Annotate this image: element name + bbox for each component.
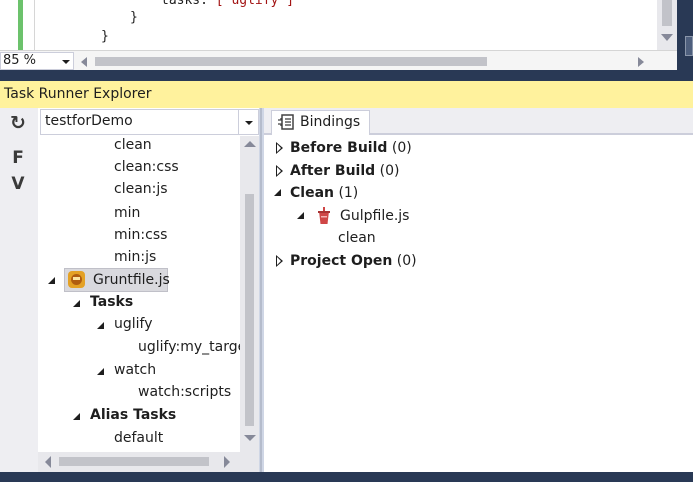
scroll-down-arrow-icon[interactable] [661,34,673,41]
window-edge [677,0,693,72]
binding-clean[interactable]: Clean (1) [290,182,358,204]
collapsed-arrow-icon[interactable] [276,255,283,267]
zoom-select[interactable]: 85 % [0,52,74,70]
code-line: } [101,29,109,44]
expanded-arrow-icon[interactable] [73,413,80,420]
tree-item-watch-target[interactable]: watch:scripts [138,381,231,403]
tree-item-gruntfile-label[interactable]: Gruntfile.js [93,269,170,291]
scroll-thumb[interactable] [59,457,209,466]
task-list-pane: testforDemo clean clean:css clean:js min… [38,108,259,472]
scroll-right-arrow-icon[interactable] [224,456,230,468]
binding-name: After Build [290,163,376,179]
expanded-arrow-icon[interactable] [97,322,104,329]
binding-count: (0) [379,163,400,179]
editor-status-row: 85 % [0,50,677,70]
tree-item-uglify-target[interactable]: uglify:my_target [138,336,240,358]
bindings-pane: Bindings Before Build (0) After Build (0… [264,108,693,472]
zoom-value: 85 % [3,53,37,68]
tree-item-clean-js[interactable]: clean:js [114,178,168,200]
binding-before-build[interactable]: Before Build (0) [290,137,412,159]
scrollbar-corner [240,452,259,472]
scroll-down-arrow-icon[interactable] [244,435,256,441]
code-line: tasks: [ uglify ] [161,0,295,8]
code-area[interactable]: tasks: [ uglify ] } } [0,0,657,50]
tree-item-clean-css[interactable]: clean:css [114,156,179,178]
expanded-arrow-icon[interactable] [48,277,55,284]
scroll-up-arrow-icon[interactable] [244,141,256,147]
tree-item-min-css[interactable]: min:css [114,224,167,246]
editor-vertical-scrollbar[interactable] [657,0,677,50]
tab-bindings-label: Bindings [300,114,361,130]
binding-clean-task[interactable]: clean [338,227,376,249]
project-select[interactable]: testforDemo [40,109,259,135]
gutter-divider [34,0,35,50]
tree-item-clean[interactable]: clean [114,136,152,156]
panel-title[interactable]: Task Runner Explorer [0,81,693,108]
binding-clean-file[interactable]: Gulpfile.js [340,205,409,227]
tree-vertical-scrollbar[interactable] [240,136,259,452]
task-runner-panel: ↻ F V testforDemo clean clean:css clean:… [0,108,693,472]
scroll-thumb[interactable] [245,194,254,426]
tree-item-min-js[interactable]: min:js [114,246,156,268]
tree-item-alias-tasks[interactable]: Alias Tasks [90,404,176,426]
change-marker [18,0,23,50]
expanded-arrow-icon[interactable] [97,368,104,375]
gulp-icon [318,207,330,224]
binding-name: Before Build [290,140,388,156]
editor-horizontal-scrollbar[interactable] [78,54,648,68]
panel-tab-stub[interactable] [685,36,693,56]
scroll-left-arrow-icon[interactable] [81,57,87,67]
binding-after-build[interactable]: After Build (0) [290,160,399,182]
bindings-icon [278,114,294,130]
binding-count: (1) [338,185,359,201]
scroll-right-arrow-icon[interactable] [638,57,644,67]
refresh-button[interactable]: ↻ [5,111,31,135]
tree-item-default[interactable]: default [114,427,163,449]
panel-toolbar: ↻ F V [0,108,38,472]
project-select-value: testforDemo [45,113,133,129]
task-tree: clean clean:css clean:js min min:css min… [38,136,240,452]
expanded-arrow-icon[interactable] [274,189,281,196]
binding-name: Clean [290,185,334,201]
filter-f-button[interactable]: F [5,146,31,170]
tree-horizontal-scrollbar[interactable] [38,452,240,472]
binding-name: Project Open [290,253,393,269]
collapsed-arrow-icon[interactable] [276,165,283,177]
tab-bindings[interactable]: Bindings [271,110,370,135]
grunt-icon [68,271,85,288]
tree-item-watch[interactable]: watch [114,359,156,381]
code-line: } [130,10,138,25]
scroll-left-arrow-icon[interactable] [45,456,51,468]
project-select-button[interactable] [238,110,258,134]
tree-item-uglify[interactable]: uglify [114,313,153,335]
tree-item-tasks[interactable]: Tasks [90,291,133,313]
tree-item-min[interactable]: min [114,202,140,224]
refresh-icon: ↻ [10,112,26,134]
code-editor[interactable]: tasks: [ uglify ] } } 85 % [0,0,693,72]
binding-project-open[interactable]: Project Open (0) [290,250,417,272]
bottom-frame [0,472,693,482]
binding-count: (0) [396,253,417,269]
expanded-arrow-icon[interactable] [73,300,80,307]
collapsed-arrow-icon[interactable] [276,142,283,154]
tab-strip: Bindings [264,108,693,135]
chevron-down-icon [245,121,253,125]
chevron-down-icon [62,60,70,64]
expanded-arrow-icon[interactable] [297,212,304,219]
filter-v-button[interactable]: V [5,172,31,196]
scroll-thumb[interactable] [662,0,672,26]
binding-count: (0) [391,140,412,156]
scroll-thumb[interactable] [95,57,487,66]
